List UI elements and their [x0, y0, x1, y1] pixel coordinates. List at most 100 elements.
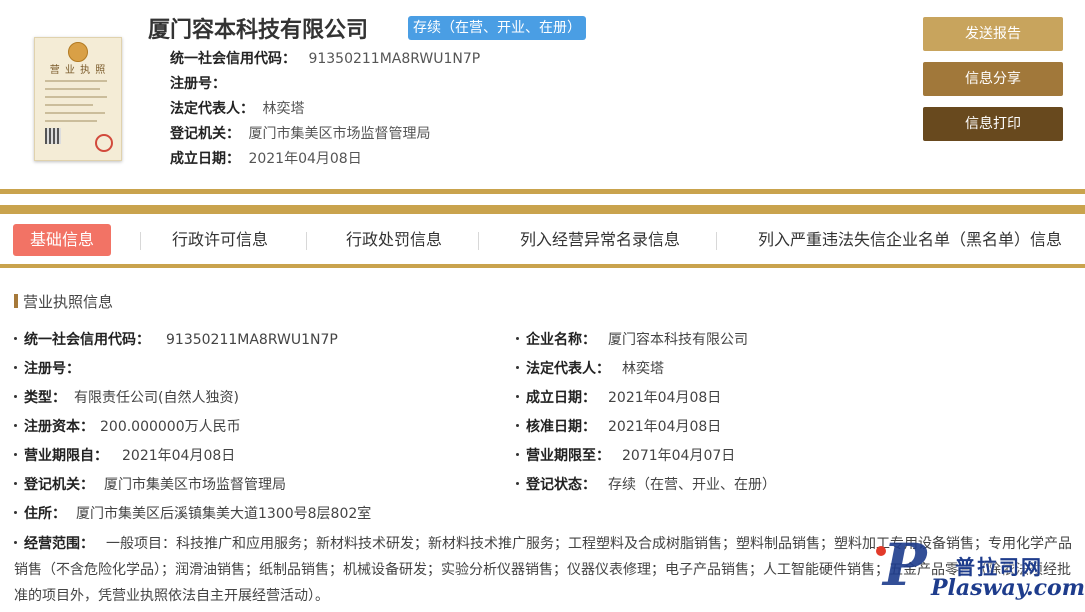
- divider-stripe: [0, 189, 1085, 194]
- field-label: 法定代表人：: [526, 361, 610, 377]
- field-value: 2071年04月07日: [622, 448, 736, 464]
- print-info-button[interactable]: 信息打印: [923, 107, 1063, 141]
- bullet: [516, 423, 519, 427]
- status-badge: 存续（在营、开业、在册）: [408, 16, 586, 40]
- business-license-thumbnail[interactable]: 营 业 执 照: [34, 37, 122, 161]
- field-company-type: 类型： 有限责任公司(自然人独资): [14, 387, 239, 407]
- field-label: 成立日期：: [526, 390, 596, 406]
- field-authority: 登记机关： 厦门市集美区市场监督管理局: [14, 474, 286, 494]
- tab-separator: [306, 232, 307, 250]
- field-label: 住所：: [24, 506, 66, 522]
- field-value: 厦门市集美区市场监督管理局: [104, 477, 286, 493]
- license-thumbnail-title: 营 业 执 照: [49, 65, 107, 76]
- tab-separator: [478, 232, 479, 250]
- field-value: 2021年04月08日: [608, 390, 722, 406]
- license-line: [45, 88, 100, 90]
- field-label: 统一社会信用代码：: [170, 51, 296, 67]
- bullet: [14, 394, 17, 398]
- field-approval-date: 核准日期： 2021年04月08日: [516, 416, 721, 436]
- field-value: 91350211MA8RWU1N7P: [308, 51, 481, 67]
- field-value: 林奕塔: [622, 361, 664, 377]
- field-term-from: 营业期限自： 2021年04月08日: [14, 445, 235, 465]
- field-address: 住所： 厦门市集美区后溪镇集美大道1300号8层802室: [14, 503, 371, 523]
- bullet: [516, 365, 519, 369]
- field-value: 2021年04月08日: [248, 151, 362, 167]
- field-term-to: 营业期限至： 2071年04月07日: [516, 445, 735, 465]
- tab-basic-info[interactable]: 基础信息: [13, 224, 111, 256]
- field-reg-number: 注册号：: [14, 358, 80, 378]
- field-label: 登记机关：: [170, 126, 240, 142]
- field-label: 经营范围：: [24, 536, 94, 552]
- field-label: 登记机关：: [24, 477, 94, 493]
- tab-bar: 基础信息 行政许可信息 行政处罚信息 列入经营异常名录信息 列入严重违法失信企业…: [0, 222, 1085, 258]
- official-seal-icon: [95, 134, 113, 152]
- field-value: 有限责任公司(自然人独资): [74, 390, 239, 406]
- national-emblem-icon: [68, 42, 88, 62]
- field-label: 企业名称：: [526, 332, 596, 348]
- watermark-en: Plasway.com: [931, 575, 1085, 601]
- section-marker: [14, 294, 18, 308]
- field-company-name: 企业名称： 厦门容本科技有限公司: [516, 329, 748, 349]
- field-value: 2021年04月08日: [122, 448, 236, 464]
- send-report-button[interactable]: 发送报告: [923, 17, 1063, 51]
- header-founded-row: 成立日期： 2021年04月08日: [170, 148, 362, 168]
- license-line: [45, 80, 107, 82]
- header-authority-row: 登记机关： 厦门市集美区市场监督管理局: [170, 123, 430, 143]
- share-info-button[interactable]: 信息分享: [923, 62, 1063, 96]
- field-value: 2021年04月08日: [608, 419, 722, 435]
- field-value: 存续（在营、开业、在册）: [608, 477, 776, 493]
- company-name: 厦门容本科技有限公司: [148, 18, 369, 43]
- field-value: 厦门市集美区市场监督管理局: [248, 126, 431, 142]
- divider-stripe: [0, 205, 1085, 214]
- bullet: [14, 510, 17, 514]
- plasway-watermark: P 普拉司网 Plasway.com: [855, 525, 1085, 608]
- field-registered-capital: 注册资本： 200.000000万人民币: [14, 416, 241, 436]
- field-label: 注册号：: [170, 76, 226, 92]
- bullet: [14, 423, 17, 427]
- field-value: 厦门容本科技有限公司: [608, 332, 748, 348]
- field-legal-rep: 法定代表人： 林奕塔: [516, 358, 664, 378]
- field-credit-code: 统一社会信用代码： 91350211MA8RWU1N7P: [14, 329, 338, 349]
- field-reg-status: 登记状态： 存续（在营、开业、在册）: [516, 474, 776, 494]
- field-label: 类型：: [24, 390, 66, 406]
- header-credit-code-row: 统一社会信用代码： 91350211MA8RWU1N7P: [170, 48, 480, 68]
- bullet: [14, 365, 17, 369]
- header-reg-number-row: 注册号：: [170, 73, 226, 93]
- field-label: 注册资本：: [24, 419, 94, 435]
- bullet: [516, 481, 519, 485]
- section-title: 营业执照信息: [23, 293, 114, 311]
- divider-stripe: [0, 264, 1085, 268]
- field-label: 营业期限自：: [24, 448, 108, 464]
- field-label: 核准日期：: [526, 419, 596, 435]
- field-value: 200.000000万人民币: [100, 419, 241, 435]
- license-line: [45, 104, 93, 106]
- field-label: 法定代表人：: [170, 101, 254, 117]
- tab-admin-license[interactable]: 行政许可信息: [172, 224, 268, 256]
- field-value: 林奕塔: [262, 101, 305, 117]
- tab-separator: [140, 232, 141, 250]
- field-founded-date: 成立日期： 2021年04月08日: [516, 387, 721, 407]
- tab-abnormal-list[interactable]: 列入经营异常名录信息: [520, 224, 680, 256]
- field-value: 厦门市集美区后溪镇集美大道1300号8层802室: [76, 506, 372, 522]
- field-label: 登记状态：: [526, 477, 596, 493]
- tab-admin-penalty[interactable]: 行政处罚信息: [346, 224, 442, 256]
- license-line: [45, 96, 107, 98]
- field-value: 91350211MA8RWU1N7P: [166, 332, 338, 348]
- bullet: [516, 452, 519, 456]
- bullet: [516, 394, 519, 398]
- bullet: [516, 336, 519, 340]
- bullet: [14, 336, 17, 340]
- bullet: [14, 452, 17, 456]
- bullet: [14, 481, 17, 485]
- license-line: [45, 112, 105, 114]
- license-line: [45, 120, 97, 122]
- tab-blacklist[interactable]: 列入严重违法失信企业名单（黑名单）信息: [758, 224, 1062, 256]
- bullet: [14, 540, 17, 544]
- field-label: 统一社会信用代码：: [24, 332, 150, 348]
- svg-text:P: P: [881, 531, 928, 599]
- header-legal-rep-row: 法定代表人： 林奕塔: [170, 98, 304, 118]
- qr-code-icon: [45, 128, 61, 144]
- field-label: 营业期限至：: [526, 448, 610, 464]
- field-label: 注册号：: [24, 361, 80, 377]
- tab-separator: [716, 232, 717, 250]
